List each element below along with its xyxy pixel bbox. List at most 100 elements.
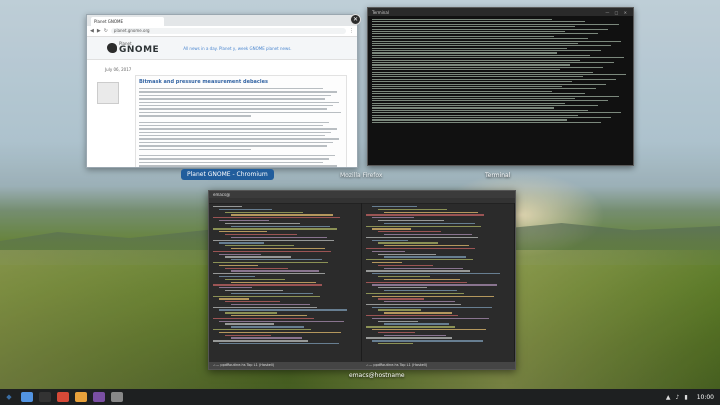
files-icon[interactable] — [21, 392, 33, 402]
code-line — [366, 236, 479, 239]
post-text-line — [139, 124, 323, 127]
code-line — [378, 287, 427, 289]
window-controls-icon[interactable]: — □ ✕ — [605, 10, 629, 15]
terminal-line — [372, 119, 568, 121]
code-line — [219, 219, 270, 222]
code-line — [384, 278, 461, 281]
code-line — [372, 250, 406, 253]
code-line — [219, 287, 253, 289]
code-line — [372, 295, 495, 297]
post-text-line — [139, 88, 323, 90]
terminal-line — [372, 21, 586, 23]
emacs-window-label[interactable]: emacs@hostname — [349, 372, 405, 379]
terminal-line — [372, 28, 609, 30]
media-icon[interactable] — [93, 392, 105, 402]
code-line — [213, 284, 323, 286]
terminal-line — [372, 62, 614, 64]
terminal-line — [372, 93, 586, 95]
code-line — [378, 231, 442, 233]
menu-icon[interactable]: ⋮ — [349, 26, 354, 36]
code-line — [372, 340, 483, 342]
code-line — [384, 289, 458, 292]
terminal-line — [372, 26, 576, 28]
terminal-line — [372, 109, 588, 111]
terminal-line — [372, 42, 578, 44]
code-line — [231, 303, 311, 306]
post-text-line — [139, 128, 337, 130]
forward-icon[interactable]: ▶ — [97, 26, 101, 36]
terminal-line — [372, 45, 611, 47]
code-line — [225, 312, 277, 314]
code-line — [213, 340, 309, 342]
terminal-line — [372, 50, 601, 52]
code-line — [213, 306, 317, 308]
terminal-line — [372, 35, 555, 37]
code-line — [219, 320, 345, 322]
gnome-logo[interactable]: Planet GNOME — [107, 41, 159, 55]
network-icon[interactable]: ▲ — [666, 394, 671, 401]
site-tagline: All news in a day. Planet y, week GNOME … — [183, 45, 292, 51]
post-text-line — [139, 135, 325, 137]
code-line — [366, 225, 482, 227]
code-line — [384, 267, 464, 269]
code-line — [231, 281, 316, 283]
post-title[interactable]: Bitmask and pressure measurement debacle… — [139, 79, 343, 85]
chrome-tab[interactable]: Planet GNOME — [91, 17, 164, 26]
browser-icon[interactable] — [57, 392, 69, 402]
planet-gnome-header: Planet GNOME All news in a day. Planet y… — [87, 37, 357, 60]
code-line — [384, 312, 452, 314]
code-line — [372, 217, 414, 219]
terminal-window-label[interactable]: Terminal — [485, 172, 510, 179]
code-line — [366, 315, 459, 317]
code-line — [378, 242, 439, 244]
code-line — [219, 264, 258, 267]
post-text-line — [139, 145, 327, 147]
firefox-window-label[interactable]: Mozilla Firefox — [340, 172, 382, 179]
terminal-window-thumbnail[interactable]: Terminal — □ ✕ — [367, 7, 634, 166]
text-editor-icon[interactable] — [75, 392, 87, 402]
terminal-line — [372, 38, 588, 40]
emacs-pane-left[interactable] — [209, 203, 362, 361]
reload-icon[interactable]: ↻ — [104, 26, 108, 36]
chromium-window-label[interactable]: Planet GNOME - Chromium — [181, 169, 274, 180]
address-bar[interactable]: planet.gnome.org — [110, 28, 346, 34]
terminal-line — [372, 30, 565, 33]
volume-icon[interactable]: ♪ — [676, 394, 680, 401]
terminal-line — [372, 100, 609, 102]
back-icon[interactable]: ◀ — [90, 26, 94, 36]
terminal-line — [372, 117, 611, 119]
settings-icon[interactable] — [111, 392, 123, 402]
terminal-line — [372, 107, 555, 109]
code-line — [225, 301, 280, 303]
terminal-line — [372, 114, 578, 116]
emacs-pane-right[interactable] — [362, 203, 515, 361]
start-icon[interactable]: ◆ — [0, 389, 18, 405]
code-line — [219, 275, 255, 278]
author-avatar[interactable] — [97, 82, 119, 104]
terminal-line — [372, 73, 627, 76]
code-line — [213, 295, 320, 297]
close-window-icon[interactable]: ✕ — [350, 14, 361, 25]
code-line — [366, 259, 473, 261]
code-line — [384, 323, 449, 325]
battery-icon[interactable]: ▮ — [684, 394, 687, 401]
code-line — [225, 278, 286, 281]
code-line — [366, 337, 453, 339]
terminal-icon[interactable] — [39, 392, 51, 402]
code-line — [372, 273, 501, 275]
terminal-line — [372, 88, 596, 90]
post-text-line — [139, 138, 339, 140]
terminal-line — [372, 112, 622, 114]
code-line — [372, 317, 489, 320]
code-line — [231, 292, 314, 294]
chromium-window-thumbnail[interactable]: Planet GNOME ◀ ▶ ↻ planet.gnome.org ⋮ Pl… — [86, 14, 358, 168]
code-line — [378, 309, 422, 311]
page-body: July 06, 2017 Bitmask and pressure measu… — [87, 60, 357, 167]
terminal-output — [368, 16, 633, 126]
clock[interactable]: 10:00 — [693, 394, 714, 401]
post-text-line — [139, 104, 333, 107]
code-line — [372, 206, 417, 208]
code-line — [366, 247, 476, 250]
emacs-window-thumbnail[interactable]: emacs@ -:--- ppdRoutine.hs Top L1 (Haske… — [208, 190, 516, 370]
terminal-line — [372, 85, 563, 88]
